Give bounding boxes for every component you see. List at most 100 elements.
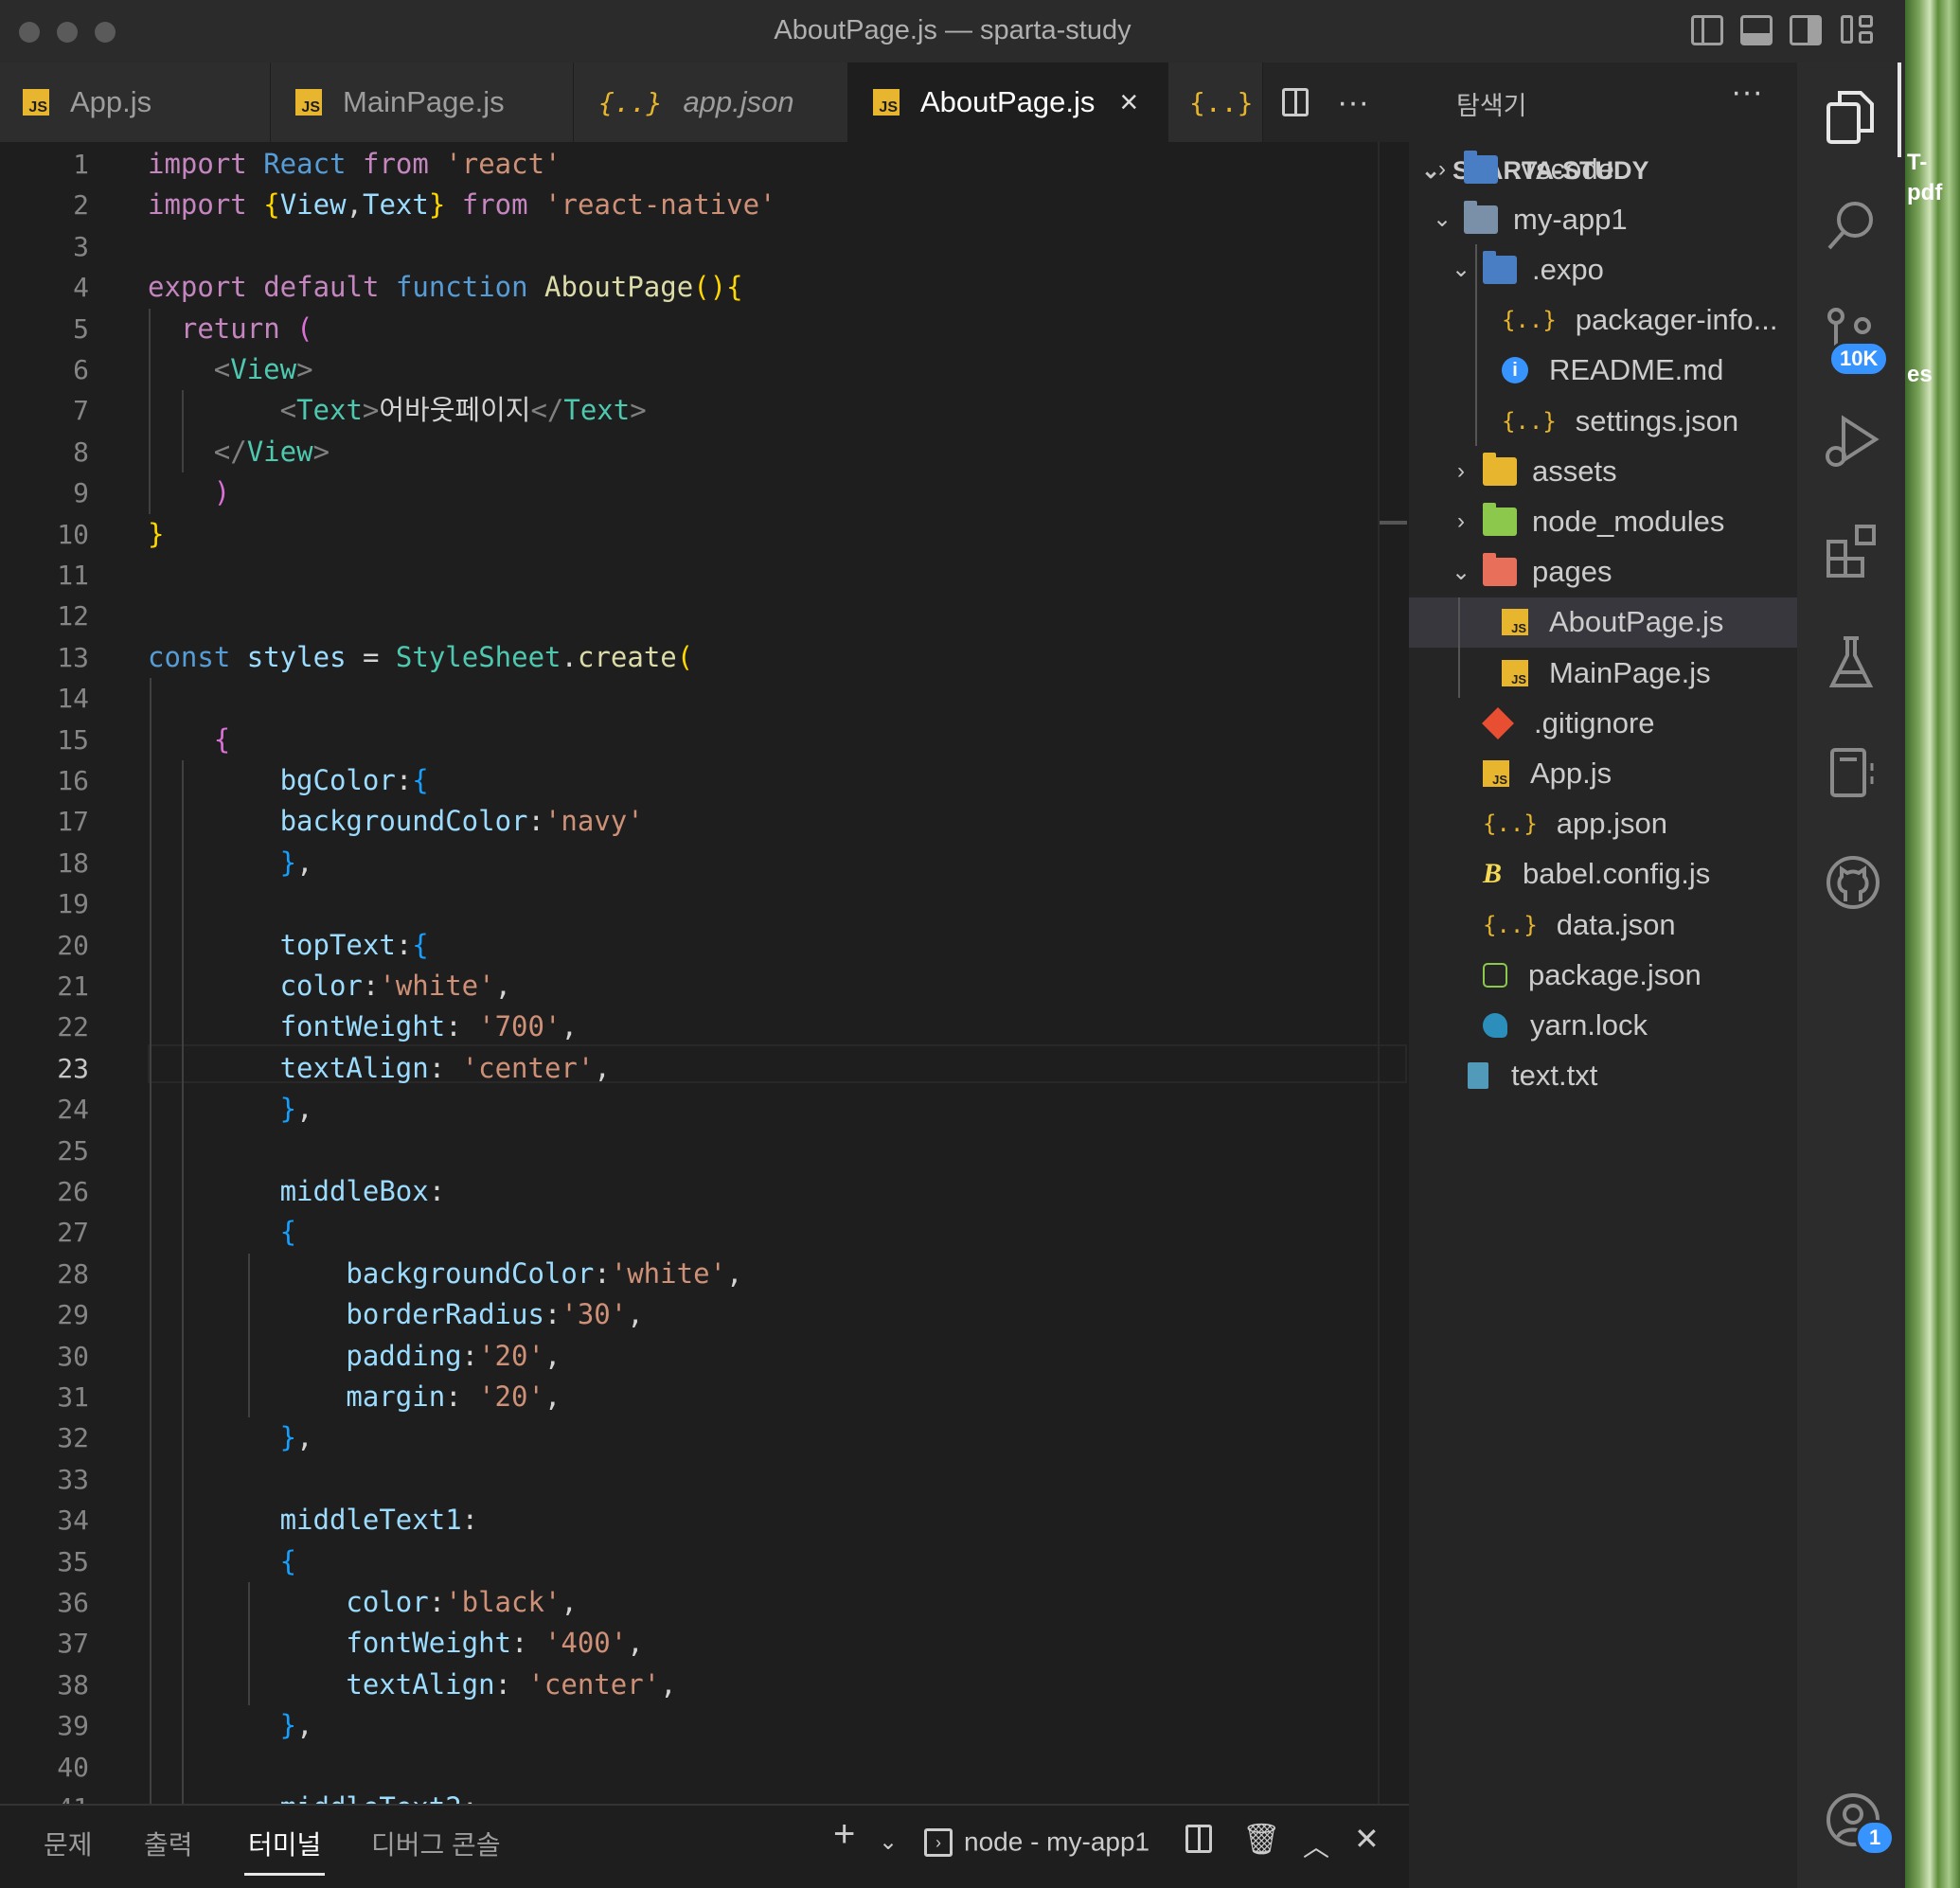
code-line[interactable]: borderRadius:'30',	[346, 1294, 643, 1335]
code-token: from	[461, 188, 545, 222]
code-token: )	[213, 476, 231, 509]
code-line[interactable]: middleBox:	[280, 1171, 446, 1212]
code-line[interactable]: textAlign: 'center',	[280, 1048, 611, 1089]
line-number: 9	[73, 477, 89, 509]
close-panel-icon[interactable]: ✕	[1354, 1821, 1380, 1857]
code-line[interactable]: {	[280, 1212, 296, 1253]
source-control-icon[interactable]: 10K	[1825, 307, 1890, 377]
code-line[interactable]: export default function AboutPage(){	[148, 267, 743, 308]
line-number: 13	[57, 641, 89, 673]
tree-item[interactable]: ⌄ .expo	[1409, 244, 1837, 294]
code-token: ,	[561, 1586, 578, 1618]
code-line[interactable]: )	[214, 472, 230, 513]
tab-terminal[interactable]: 터미널	[243, 1825, 326, 1876]
tree-item[interactable]: › node_modules	[1409, 496, 1837, 546]
testing-flask-icon[interactable]	[1825, 634, 1878, 687]
tab-mainpage-js[interactable]: JS MainPage.js	[271, 62, 574, 142]
split-terminal-icon[interactable]	[1185, 1825, 1212, 1853]
tree-item[interactable]: › assets	[1409, 446, 1837, 496]
tree-item[interactable]: yarn.lock	[1409, 1000, 1837, 1050]
search-icon[interactable]	[1825, 197, 1878, 250]
code-line[interactable]: color:'white',	[280, 966, 511, 1006]
node-folder-icon	[1483, 502, 1517, 536]
code-line[interactable]: padding:'20',	[346, 1336, 561, 1377]
tree-item[interactable]: {..} app.json	[1409, 799, 1837, 849]
code-line[interactable]: fontWeight: '700',	[280, 1006, 578, 1047]
editor-scrollbar[interactable]	[1378, 142, 1380, 1804]
tree-item[interactable]: MainPage.js	[1409, 648, 1856, 698]
toggle-panel-icon[interactable]	[1740, 15, 1773, 45]
terminal-selector[interactable]: › node - my-app1	[924, 1823, 1149, 1858]
chevron-down-icon[interactable]: ⌄	[879, 1828, 898, 1856]
extensions-icon[interactable]	[1825, 523, 1878, 578]
tab-problems[interactable]: 문제	[44, 1825, 93, 1862]
code-editor[interactable]: 1 2 3 4 5 6 7 8 9 10 11 12 13 14 15 16 17 18 19 20 21 22 23 24 2…	[0, 142, 1409, 1804]
explorer-more-icon[interactable]: ···	[1731, 74, 1763, 111]
tree-item[interactable]: package.json	[1409, 950, 1837, 1000]
split-editor-icon[interactable]	[1282, 62, 1309, 142]
tab-data-json[interactable]: {..} da	[1168, 62, 1263, 142]
indent-guide	[247, 1253, 250, 1418]
toggle-primary-sidebar-icon[interactable]	[1691, 15, 1723, 45]
tab-aboutpage-js[interactable]: JS AboutPage.js ×	[848, 62, 1168, 142]
code-line[interactable]: </View>	[214, 432, 330, 472]
github-icon[interactable]	[1825, 854, 1880, 909]
code-line[interactable]: <Text>어바웃페이지</Text>	[280, 390, 647, 431]
code-line[interactable]: textAlign: 'center',	[346, 1665, 676, 1705]
code-line[interactable]: backgroundColor:'white',	[346, 1254, 742, 1294]
close-tab-icon[interactable]: ×	[1119, 84, 1138, 121]
code-line[interactable]: },	[280, 1417, 313, 1458]
tree-item-label: node_modules	[1532, 504, 1725, 538]
code-line[interactable]: middleText1:	[280, 1500, 479, 1541]
tree-item[interactable]: .gitignore	[1409, 698, 1837, 748]
code-token: <	[279, 394, 297, 427]
code-token: </	[213, 435, 247, 468]
code-token: 'center'	[527, 1667, 661, 1701]
tab-output[interactable]: 출력	[144, 1825, 193, 1862]
maximize-panel-icon[interactable]: ︿	[1303, 1826, 1329, 1864]
tree-item[interactable]: ⌄ my-app1	[1409, 194, 1818, 244]
code-token: ,	[494, 970, 512, 1002]
code-line[interactable]: return (	[181, 309, 313, 349]
tree-item[interactable]: ⌄ pages	[1409, 547, 1837, 597]
code-token: color	[346, 1586, 429, 1618]
code-line[interactable]: },	[280, 843, 313, 883]
code-token: :	[428, 1051, 462, 1084]
code-line[interactable]: middleText2:	[280, 1788, 479, 1804]
accounts-icon[interactable]: 1	[1825, 1791, 1896, 1856]
trash-icon[interactable]: 🗑	[1242, 1821, 1281, 1857]
code-line[interactable]: {	[214, 720, 230, 760]
customize-layout-icon[interactable]	[1841, 15, 1873, 45]
tree-item[interactable]: App.js	[1409, 748, 1837, 798]
code-line[interactable]: fontWeight: '400',	[346, 1623, 643, 1664]
code-line[interactable]: const styles = StyleSheet.create(	[148, 637, 693, 678]
tree-item[interactable]: AboutPage.js	[1409, 597, 1856, 648]
code-line[interactable]: },	[280, 1705, 313, 1746]
toggle-secondary-sidebar-icon[interactable]	[1790, 15, 1822, 45]
code-line[interactable]: backgroundColor:'navy'	[280, 801, 644, 842]
tab-app-js[interactable]: JS App.js	[0, 62, 271, 142]
code-line[interactable]: },	[280, 1089, 313, 1130]
code-line[interactable]: }	[148, 514, 164, 555]
code-line[interactable]: bgColor:{	[280, 760, 429, 801]
new-terminal-icon[interactable]: +	[833, 1813, 855, 1856]
window-title: AboutPage.js — sparta-study	[774, 15, 1131, 45]
tree-item[interactable]: Bbabel.config.js	[1409, 849, 1837, 899]
remote-explorer-icon[interactable]	[1825, 744, 1878, 797]
code-line[interactable]: color:'black',	[346, 1582, 577, 1623]
code-line[interactable]: {	[280, 1541, 296, 1582]
tree-item[interactable]: text.txt	[1409, 1051, 1818, 1101]
minimap-slider[interactable]	[1379, 521, 1407, 525]
code-line[interactable]: topText:{	[280, 925, 429, 966]
code-line[interactable]: import React from 'react'	[148, 144, 561, 185]
explorer-files-icon[interactable]	[1825, 89, 1878, 144]
more-actions-icon[interactable]: ···	[1337, 62, 1369, 142]
tree-item[interactable]: › .vscode	[1409, 144, 1818, 194]
run-debug-icon[interactable]	[1825, 413, 1880, 467]
code-line[interactable]: <View>	[214, 349, 313, 390]
code-line[interactable]: margin: '20',	[346, 1377, 561, 1417]
tree-item[interactable]: {..} data.json	[1409, 899, 1837, 950]
tab-app-json[interactable]: {..} app.json	[574, 62, 848, 142]
code-line[interactable]: import {View,Text} from 'react-native'	[148, 185, 776, 225]
tab-debug-console[interactable]: 디버그 콘솔	[371, 1825, 501, 1862]
